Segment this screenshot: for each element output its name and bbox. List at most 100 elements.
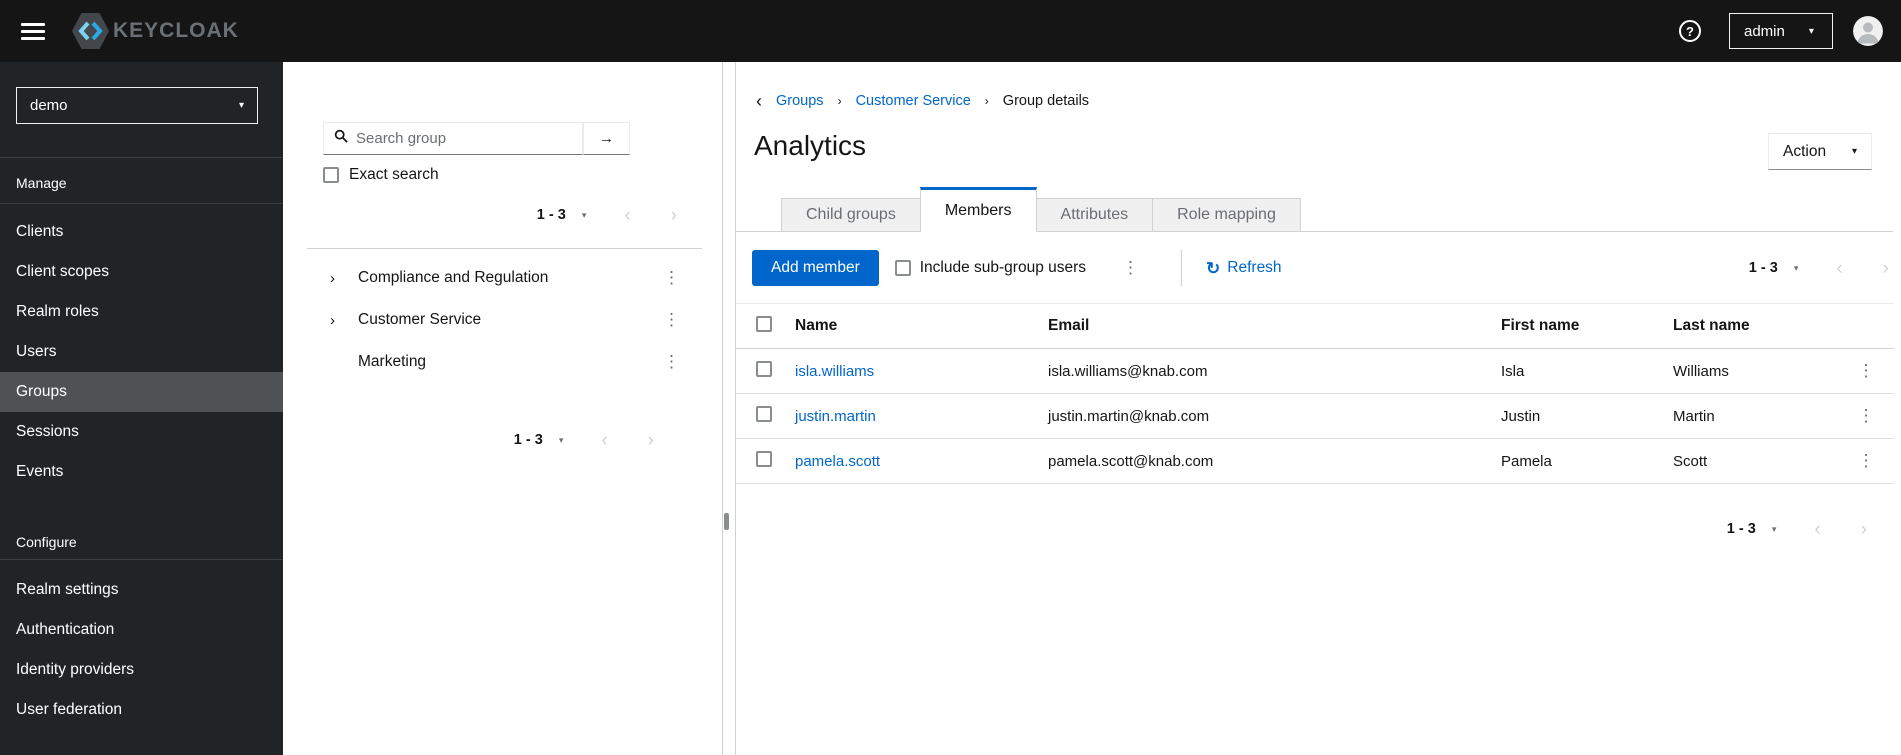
action-dropdown-button[interactable]: Action ▾: [1768, 133, 1872, 170]
kebab-menu-icon[interactable]: ⋮: [1118, 258, 1143, 278]
divider: [0, 203, 283, 204]
realm-name: demo: [30, 97, 68, 114]
column-header-email[interactable]: Email: [1035, 304, 1488, 349]
column-header-first-name[interactable]: First name: [1488, 304, 1660, 349]
page-title: Analytics: [754, 130, 867, 161]
tab-child-groups[interactable]: Child groups: [781, 198, 921, 231]
next-page-button[interactable]: ›: [1883, 259, 1889, 278]
member-email: isla.williams@knab.com: [1048, 362, 1208, 380]
tab-attributes[interactable]: Attributes: [1035, 198, 1154, 231]
avatar[interactable]: [1853, 16, 1883, 46]
member-name-link[interactable]: pamela.scott: [795, 453, 880, 470]
refresh-icon: ↻: [1206, 258, 1221, 278]
panel-resize-handle[interactable]: [724, 513, 729, 530]
kebab-menu-icon[interactable]: ⋮: [1854, 361, 1879, 380]
group-link[interactable]: Marketing: [358, 353, 659, 371]
kebab-menu-icon[interactable]: ⋮: [659, 310, 684, 330]
breadcrumb-link-groups[interactable]: Groups: [776, 93, 824, 109]
sidebar-item-clients[interactable]: Clients: [0, 212, 283, 252]
group-search-row: →: [323, 122, 630, 155]
row-checkbox[interactable]: [756, 451, 772, 467]
groups-pagination-top: 1 - 3 ▾ ‹ ›: [537, 201, 677, 229]
groups-tree-panel: → Exact search 1 - 3 ▾ ‹ › › Compliance …: [283, 62, 723, 755]
chevron-right-icon: ›: [647, 429, 654, 451]
breadcrumb-separator-icon: ›: [837, 94, 842, 108]
next-page-button[interactable]: ›: [1861, 520, 1867, 539]
group-search-input[interactable]: [356, 130, 582, 147]
member-name-link[interactable]: justin.martin: [795, 408, 876, 425]
chevron-right-icon[interactable]: ›: [330, 312, 358, 329]
sidebar-item-user-federation[interactable]: User federation: [0, 690, 283, 730]
row-checkbox[interactable]: [756, 406, 772, 422]
sidebar-item-identity-providers[interactable]: Identity providers: [0, 650, 283, 690]
tab-members[interactable]: Members: [919, 187, 1037, 232]
sidebar-nav: demo ▾ Manage Clients Client scopes Real…: [0, 62, 283, 755]
realm-selector[interactable]: demo ▾: [16, 87, 258, 124]
add-member-button[interactable]: Add member: [752, 250, 879, 286]
caret-down-icon: ▾: [238, 100, 244, 111]
chevron-right-icon[interactable]: ›: [330, 270, 358, 287]
pagination-range: 1 - 3: [1748, 260, 1778, 276]
keycloak-logo: KEYCLOAK: [72, 11, 239, 51]
prev-page-button[interactable]: ‹: [1814, 520, 1820, 539]
sidebar-item-groups[interactable]: Groups: [0, 372, 283, 412]
exact-search-checkbox[interactable]: [323, 167, 339, 183]
group-link[interactable]: Compliance and Regulation: [358, 269, 659, 287]
members-pagination-top: 1 - 3 ▾ ‹ ›: [1749, 254, 1889, 282]
prev-page-button[interactable]: ‹: [624, 206, 630, 225]
prev-page-button[interactable]: ‹: [601, 431, 607, 450]
search-submit-button[interactable]: →: [583, 122, 630, 155]
kebab-menu-icon[interactable]: ⋮: [1854, 406, 1879, 425]
search-icon: [334, 129, 348, 148]
user-menu-dropdown[interactable]: admin ▾: [1729, 13, 1833, 49]
sidebar-item-events[interactable]: Events: [0, 452, 283, 492]
group-link[interactable]: Customer Service: [358, 311, 659, 329]
members-pagination-bottom: 1 - 3 ▾ ‹ ›: [1727, 515, 1867, 543]
member-email: pamela.scott@knab.com: [1048, 452, 1214, 470]
keycloak-hexagon-icon: [72, 11, 109, 51]
caret-down-icon[interactable]: ▾: [1794, 263, 1799, 274]
caret-down-icon[interactable]: ▾: [1772, 524, 1777, 535]
include-subgroups-option: Include sub-group users: [894, 259, 1086, 277]
prev-page-button[interactable]: ‹: [1836, 259, 1842, 278]
divider: [0, 157, 283, 158]
member-name-link[interactable]: isla.williams: [795, 363, 874, 380]
kebab-menu-icon[interactable]: ⋮: [659, 352, 684, 372]
column-header-actions: [1838, 304, 1894, 349]
caret-down-icon[interactable]: ▾: [582, 210, 587, 221]
sidebar-item-authentication[interactable]: Authentication: [0, 610, 283, 650]
caret-down-icon[interactable]: ▾: [559, 435, 564, 446]
members-table: Name Email First name Last name isla.wil…: [736, 303, 1894, 484]
include-subgroups-checkbox[interactable]: [894, 260, 911, 276]
table-row: pamela.scott pamela.scott@knab.com Pamel…: [736, 439, 1894, 484]
tree-row-marketing: Marketing ⋮: [283, 341, 722, 383]
breadcrumb-separator-icon: ›: [984, 94, 989, 108]
column-header-last-name[interactable]: Last name: [1660, 304, 1838, 349]
nav-toggle-button[interactable]: [21, 22, 45, 40]
group-tabs: Child groups Members Attributes Role map…: [736, 187, 1893, 232]
arrow-right-icon: →: [599, 130, 614, 147]
row-checkbox[interactable]: [756, 361, 772, 377]
next-page-button[interactable]: ›: [648, 431, 654, 450]
next-page-button[interactable]: ›: [671, 206, 677, 225]
sidebar-item-client-scopes[interactable]: Client scopes: [0, 252, 283, 292]
pagination-range: 1 - 3: [536, 207, 566, 223]
tab-role-mapping[interactable]: Role mapping: [1152, 198, 1301, 231]
sidebar-item-realm-settings[interactable]: Realm settings: [0, 570, 283, 610]
sidebar-item-sessions[interactable]: Sessions: [0, 412, 283, 452]
select-all-checkbox[interactable]: [756, 315, 772, 332]
chevron-left-icon: ‹: [1836, 257, 1843, 279]
breadcrumb-link-customer-service[interactable]: Customer Service: [856, 93, 971, 109]
sidebar-item-realm-roles[interactable]: Realm roles: [0, 292, 283, 332]
help-icon[interactable]: ?: [1679, 20, 1701, 42]
sidebar-item-users[interactable]: Users: [0, 332, 283, 372]
kebab-menu-icon[interactable]: ⋮: [659, 268, 684, 288]
refresh-button[interactable]: ↻ Refresh: [1206, 259, 1282, 277]
kebab-menu-icon[interactable]: ⋮: [1854, 451, 1879, 470]
member-last-name: Martin: [1673, 407, 1715, 425]
hamburger-icon: [21, 29, 45, 33]
back-chevron-icon[interactable]: ‹: [756, 92, 762, 110]
column-header-name[interactable]: Name: [782, 304, 1035, 349]
chevron-left-icon: ‹: [601, 429, 608, 451]
section-label-configure: Configure: [16, 534, 77, 550]
